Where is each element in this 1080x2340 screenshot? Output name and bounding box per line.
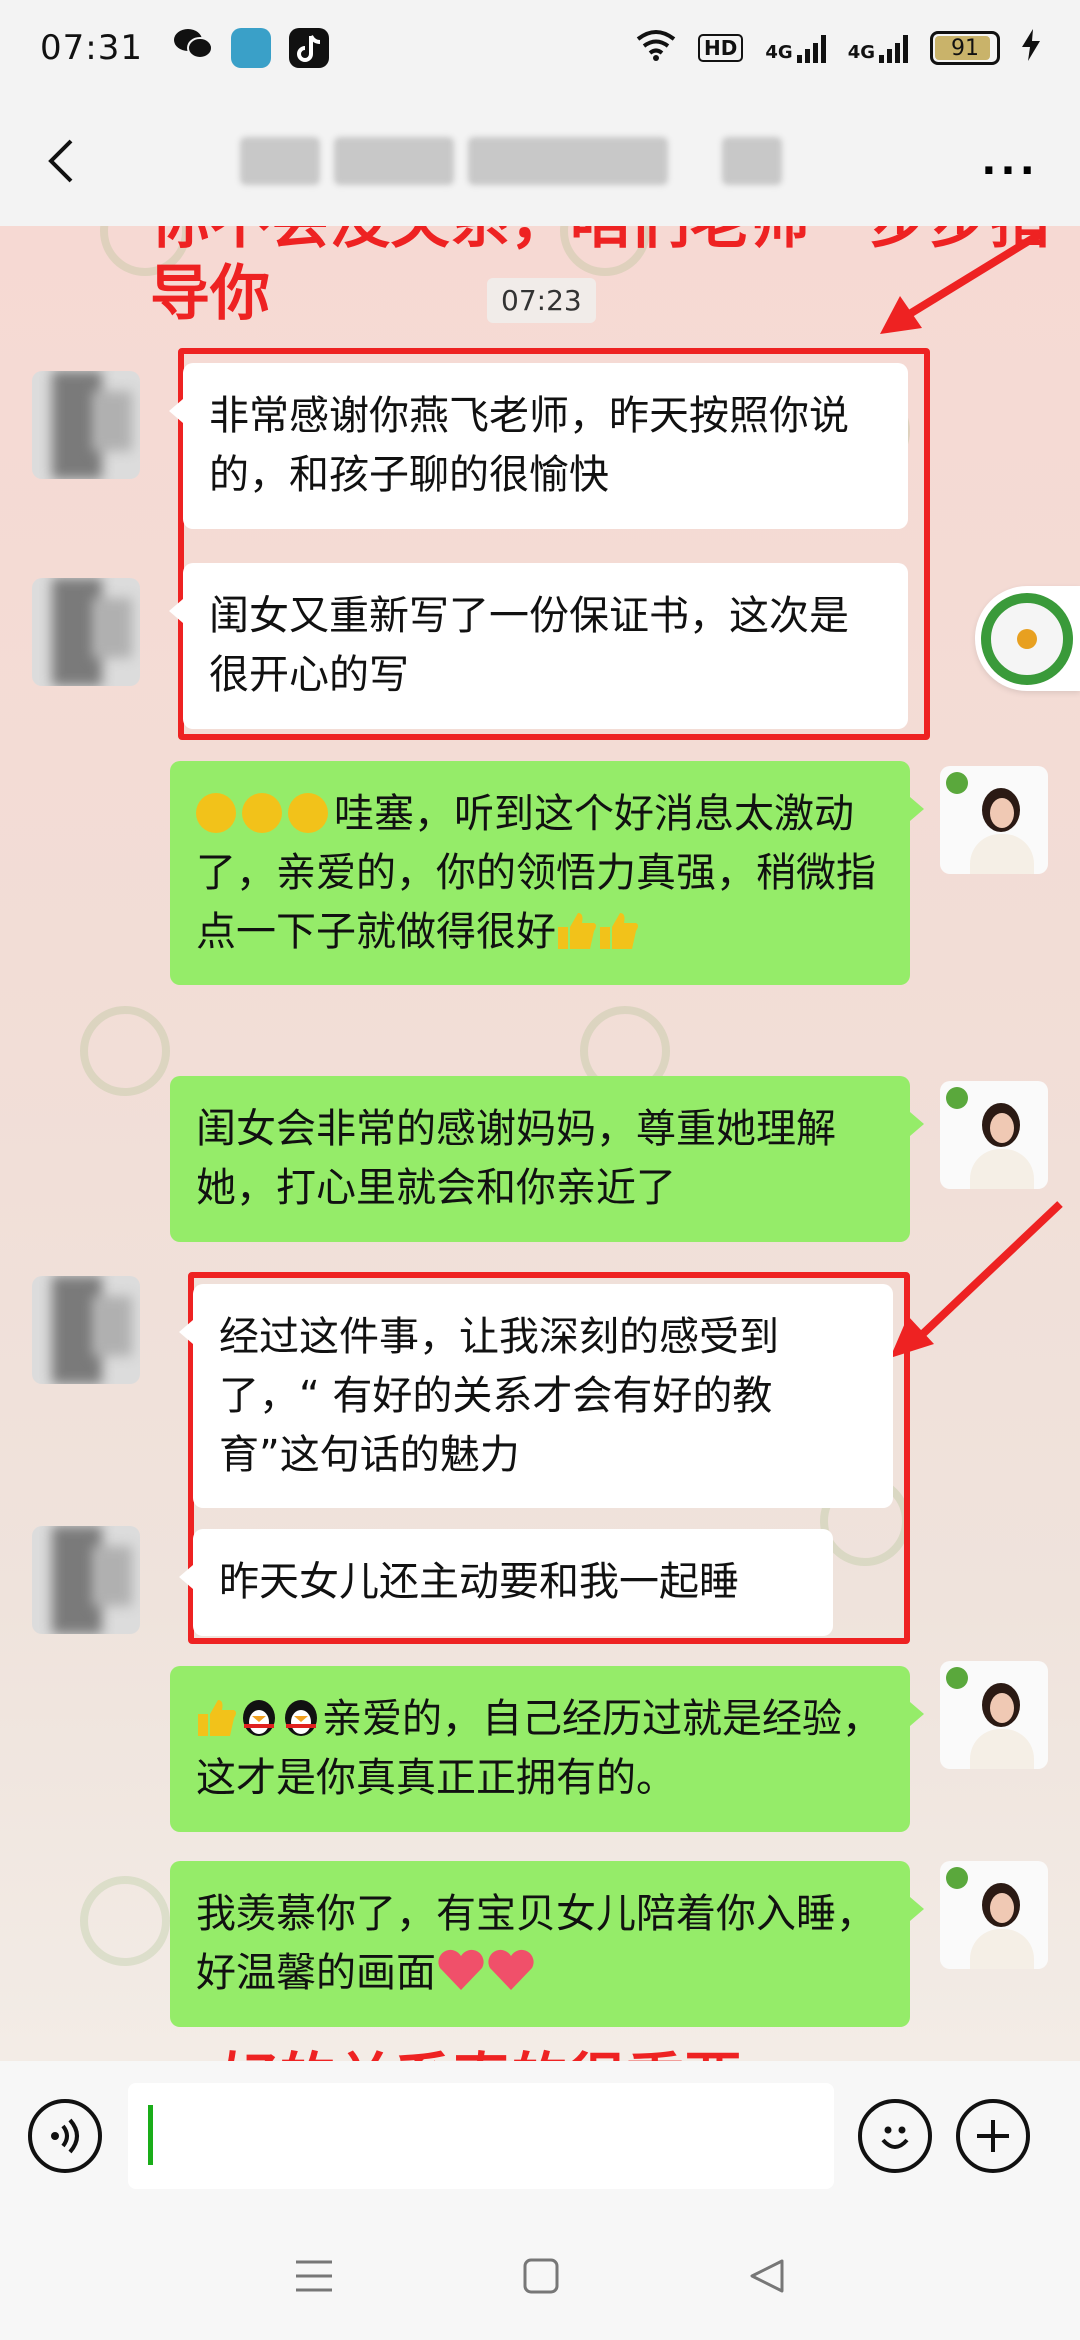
message-bubble-incoming[interactable]: 经过这件事，让我深刻的感受到了，“ 有好的关系才会有好的教育”这句话的魅力 — [179, 1284, 893, 1509]
back-nav-icon[interactable] — [748, 2257, 786, 2295]
arrow-icon — [880, 230, 1043, 334]
annotation-bottom: 好的关系真的很重要 — [220, 2046, 742, 2061]
contact-avatar[interactable] — [32, 371, 140, 479]
signal-1: 4G — [765, 33, 826, 63]
message-bubble-outgoing[interactable]: 亲爱的，自己经历过就是经验，这才是你真真正正拥有的。 — [170, 1666, 924, 1832]
user-avatar[interactable] — [940, 766, 1048, 874]
menu-icon[interactable] — [294, 2258, 334, 2294]
status-time: 07:31 — [40, 28, 143, 68]
floating-logo-badge[interactable] — [975, 586, 1080, 691]
blurred-title-segment — [334, 137, 454, 185]
watermark-logo — [80, 1876, 170, 1966]
message-bubble-outgoing[interactable]: 闺女会非常的感谢妈妈，尊重她理解她，打心里就会和你亲近了 — [170, 1076, 924, 1242]
blurred-title-segment — [722, 137, 782, 185]
message-input[interactable] — [128, 2083, 834, 2189]
hug-emoji-icon — [196, 793, 236, 833]
penguin-emoji-icon — [285, 1700, 317, 1736]
battery-level-text: 91 — [951, 35, 979, 61]
chat-title-blurred — [240, 137, 782, 185]
add-button[interactable] — [956, 2099, 1030, 2173]
tiktok-icon — [288, 28, 329, 68]
emoji-button[interactable] — [858, 2099, 932, 2173]
text-caret — [148, 2105, 153, 2165]
signal-bars-icon — [796, 33, 826, 63]
message-text: 非常感谢你燕飞老师，昨天按照你说的，和孩子聊的很愉快 — [209, 393, 849, 498]
chevron-left-icon — [48, 139, 73, 183]
user-avatar[interactable] — [940, 1081, 1048, 1189]
app-notification-icon — [230, 28, 271, 68]
message-bubble-outgoing[interactable]: 哇塞，听到这个好消息太激动了，亲爱的，你的领悟力真强，稍微指点一下子就做得很好 — [170, 761, 924, 986]
message-timestamp: 07:23 — [487, 278, 596, 323]
heart-icon — [438, 1949, 484, 1990]
voice-button[interactable] — [28, 2099, 102, 2173]
chat-header: ... — [0, 96, 1080, 226]
message-input-bar — [0, 2061, 1080, 2211]
message-text: 闺女又重新写了一份保证书，这次是很开心的写 — [209, 593, 849, 698]
message-text: 昨天女儿还主动要和我一起睡 — [219, 1559, 739, 1605]
wifi-icon — [636, 29, 676, 67]
user-avatar[interactable] — [940, 1661, 1048, 1769]
battery-indicator: 91 — [930, 31, 1000, 65]
voice-icon — [51, 2118, 79, 2154]
status-app-icons — [173, 26, 329, 71]
message-bubble-incoming[interactable]: 非常感谢你燕飞老师，昨天按照你说的，和孩子聊的很愉快 — [169, 363, 908, 529]
chat-messages-area[interactable]: 你不会没关系，咱们老师一步步指导你 07:23 非常感谢你燕飞老师，昨天按照你说… — [0, 226, 1080, 2061]
logo-icon — [981, 592, 1073, 685]
message-text: 我羡慕你了，有宝贝女儿陪着你入睡，好温馨的画面 — [196, 1891, 876, 1996]
hug-emoji-icon — [242, 793, 282, 833]
status-right-group: HD 4G 4G 91 — [636, 29, 1040, 67]
blurred-title-segment — [240, 137, 320, 185]
contact-avatar[interactable] — [32, 1276, 140, 1384]
sim2-label: 4G — [847, 42, 875, 63]
more-options-button[interactable]: ... — [970, 138, 1050, 184]
user-avatar[interactable] — [940, 1861, 1048, 1969]
heart-icon — [488, 1949, 534, 1990]
contact-avatar[interactable] — [32, 578, 140, 686]
thumbs-up-icon — [600, 912, 638, 949]
home-icon[interactable] — [522, 2257, 560, 2295]
back-button[interactable] — [30, 131, 90, 191]
status-bar: 07:31 HD 4G 4G 91 — [0, 0, 1080, 96]
message-text: 经过这件事，让我深刻的感受到了，“ 有好的关系才会有好的教育”这句话的魅力 — [219, 1314, 779, 1478]
sim1-label: 4G — [765, 42, 793, 63]
wechat-icon — [173, 26, 213, 71]
hug-emoji-icon — [288, 793, 328, 833]
message-bubble-incoming[interactable]: 昨天女儿还主动要和我一起睡 — [179, 1529, 833, 1636]
system-navigation-bar — [0, 2211, 1080, 2340]
message-bubble-incoming[interactable]: 闺女又重新写了一份保证书，这次是很开心的写 — [169, 563, 908, 729]
message-text: 闺女会非常的感谢妈妈，尊重她理解她，打心里就会和你亲近了 — [196, 1106, 836, 1211]
watermark-logo — [80, 1006, 170, 1096]
signal-2: 4G — [848, 33, 908, 63]
blurred-title-segment — [468, 137, 668, 185]
charging-icon — [1022, 29, 1040, 67]
penguin-emoji-icon — [243, 1700, 275, 1736]
thumbs-up-icon — [198, 1700, 236, 1736]
contact-avatar[interactable] — [32, 1526, 140, 1634]
signal-bars-icon — [879, 33, 908, 63]
emoji-icon — [881, 2126, 909, 2149]
thumbs-up-icon — [558, 912, 596, 949]
message-bubble-outgoing[interactable]: 我羡慕你了，有宝贝女儿陪着你入睡，好温馨的画面 — [170, 1861, 924, 2027]
hd-badge: HD — [698, 34, 744, 62]
plus-icon — [977, 2120, 1009, 2152]
